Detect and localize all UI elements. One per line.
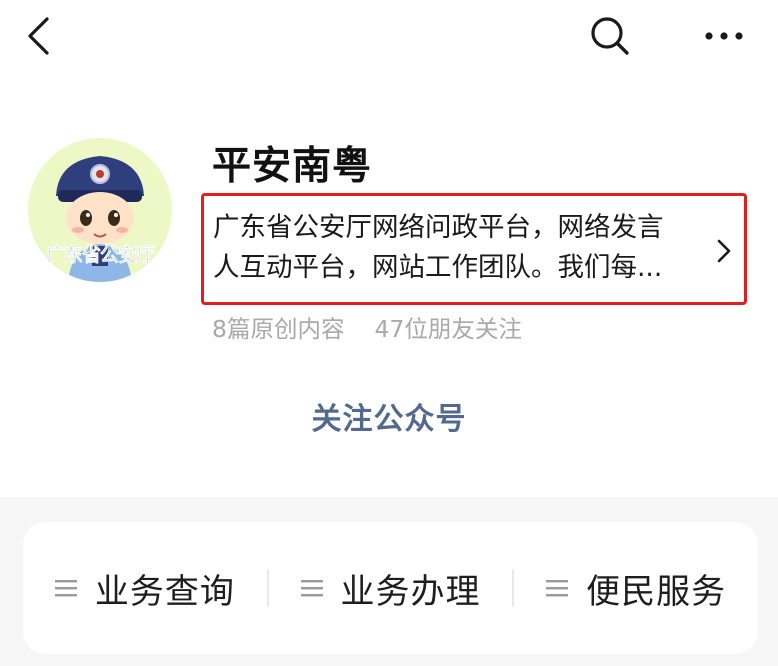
- menu-item-label: 业务查询: [94, 571, 235, 612]
- description-text: 广东省公安厅网络问政平台，网络发言 人互动平台，网站工作团队。我们每...: [213, 208, 701, 288]
- avatar-caption: 广东省公安厅: [45, 244, 156, 267]
- chevron-left-icon: [28, 17, 49, 55]
- description-line-2: 人互动平台，网站工作团队。我们每...: [213, 252, 663, 283]
- search-button[interactable]: [584, 10, 636, 62]
- avatar[interactable]: 广东省公安厅: [28, 138, 172, 282]
- bottom-menu: 业务查询 业务办理 便民服务: [23, 522, 758, 654]
- menu-lines-icon: [300, 580, 323, 597]
- menu-lines-icon: [54, 580, 77, 597]
- menu-item-business-handling[interactable]: 业务办理: [269, 522, 513, 654]
- original-articles-count: 8篇原创内容: [212, 315, 345, 343]
- more-dots-icon: [705, 32, 743, 40]
- menu-item-label: 业务办理: [340, 571, 481, 612]
- menu-lines-icon: [546, 580, 569, 597]
- search-icon: [591, 17, 629, 55]
- chevron-right-icon: [717, 239, 731, 263]
- menu-item-business-query[interactable]: 业务查询: [23, 522, 267, 654]
- profile-header: 广东省公安厅 平安南粤 广东省公安厅网络问政平台，网络发言 人互动平台，网站工作…: [0, 0, 778, 497]
- friends-following-count: 47位朋友关注: [374, 315, 522, 343]
- description-line-1: 广东省公安厅网络问政平台，网络发言: [213, 212, 664, 243]
- official-account-page: 广东省公安厅 平安南粤 广东省公安厅网络问政平台，网络发言 人互动平台，网站工作…: [0, 0, 778, 666]
- follow-button[interactable]: 关注公众号: [299, 396, 479, 444]
- menu-item-convenience-services[interactable]: 便民服务: [514, 522, 758, 654]
- more-button[interactable]: [696, 10, 752, 62]
- menu-item-label: 便民服务: [586, 571, 727, 612]
- account-name: 平安南粤: [212, 144, 373, 189]
- account-stats: 8篇原创内容 47位朋友关注: [212, 312, 522, 346]
- back-button[interactable]: [14, 10, 62, 62]
- account-description[interactable]: 广东省公安厅网络问政平台，网络发言 人互动平台，网站工作团队。我们每...: [201, 193, 747, 305]
